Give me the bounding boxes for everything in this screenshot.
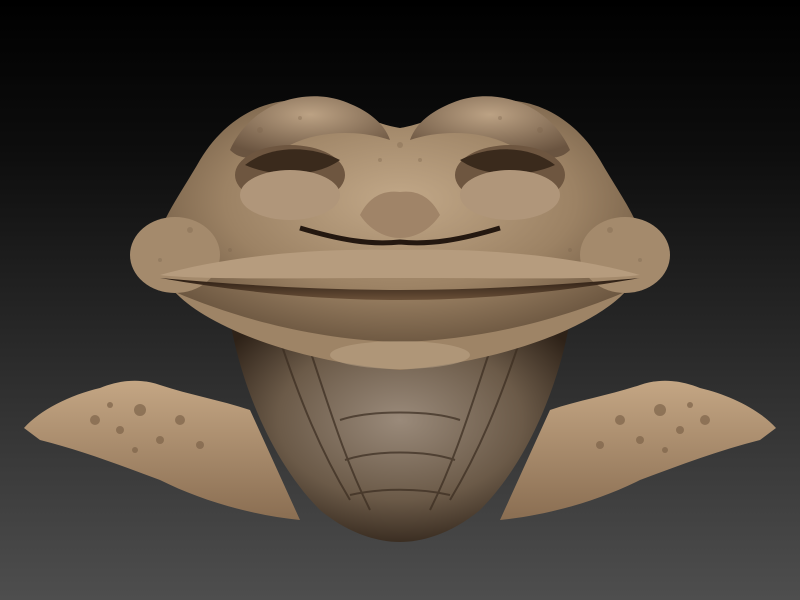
left-eye-mound (240, 170, 340, 220)
sculpt-viewport[interactable] (0, 0, 800, 600)
right-cheek (580, 217, 670, 293)
model-render[interactable] (0, 0, 800, 600)
right-eye-mound (460, 170, 560, 220)
chin-highlight (330, 341, 470, 369)
left-cheek (130, 217, 220, 293)
